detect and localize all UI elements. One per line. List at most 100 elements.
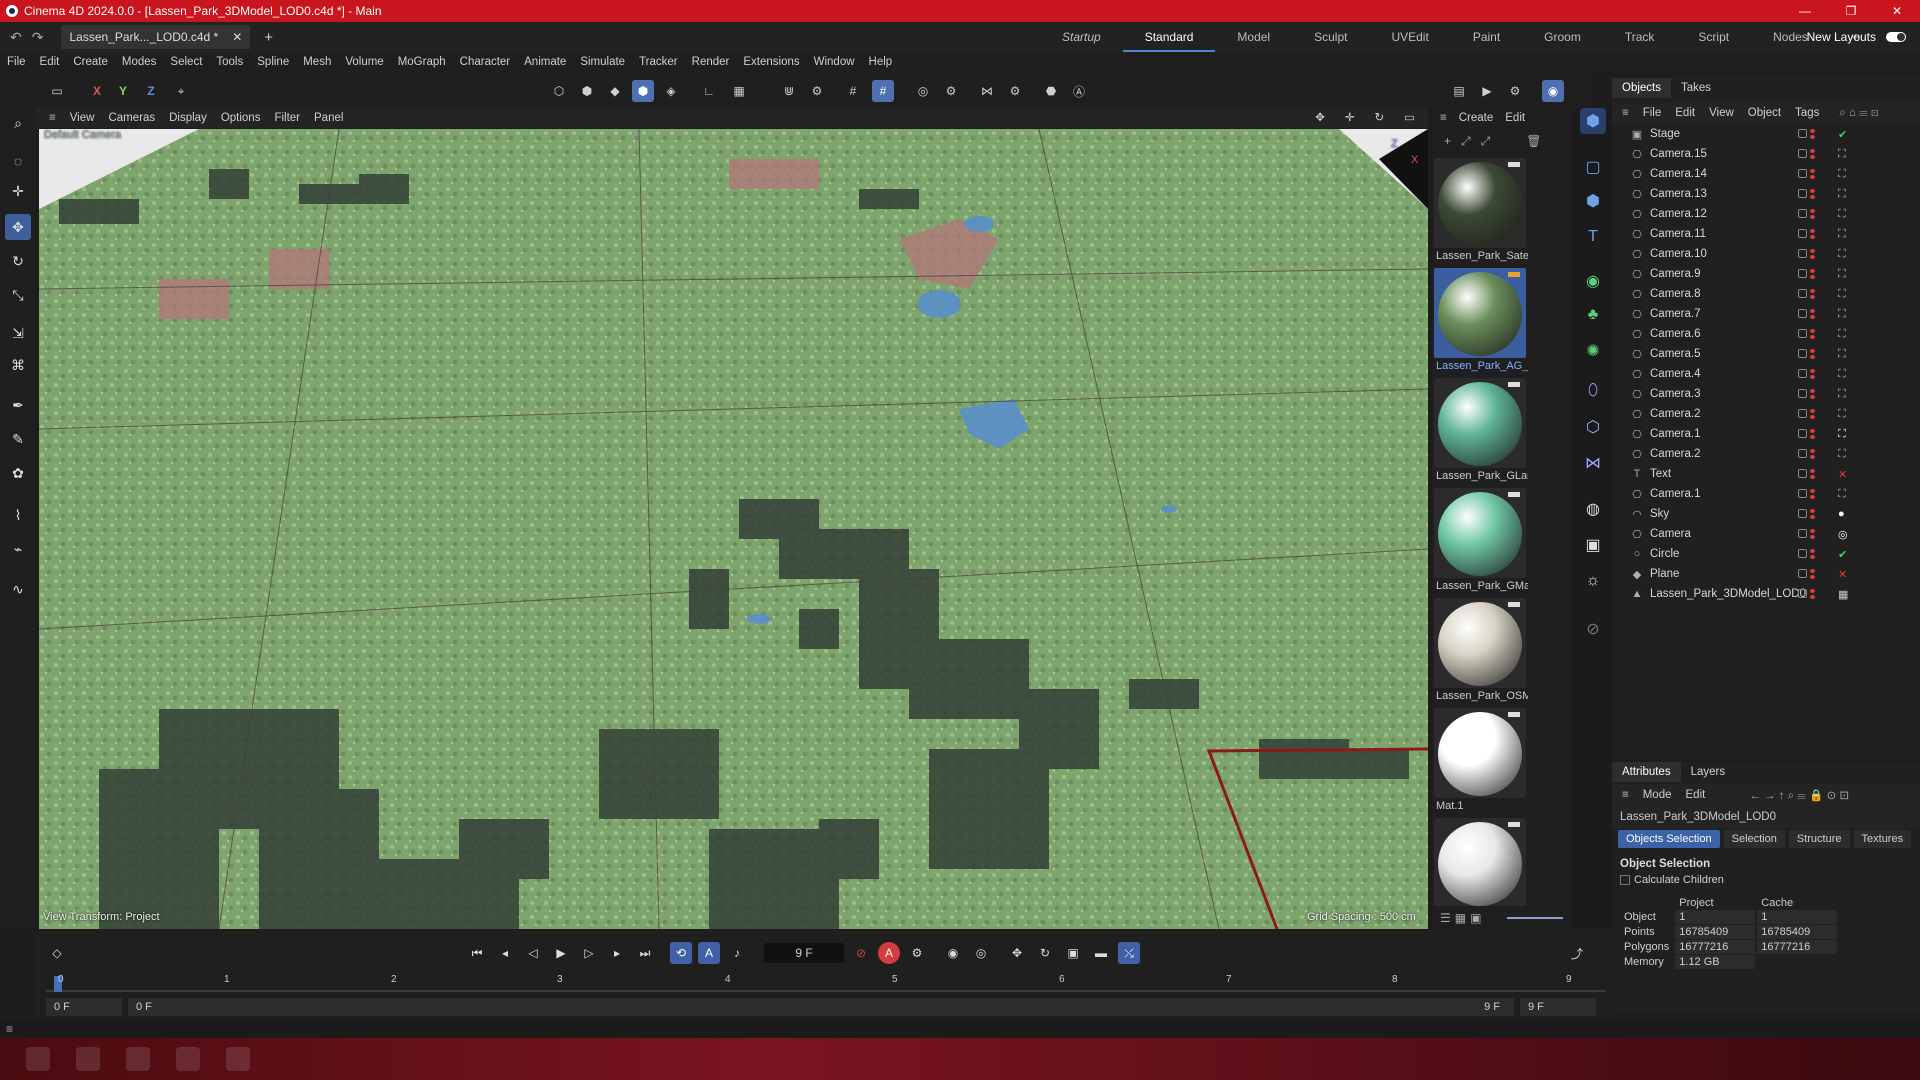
select-tools-icon[interactable]: ✛ [5, 178, 31, 204]
texture-mode-icon[interactable]: ◈ [660, 80, 682, 102]
spline-palette-icon[interactable]: ▢ [1580, 154, 1606, 180]
visibility-checkbox[interactable] [1798, 209, 1807, 218]
list-view-icon[interactable]: ☰ [1440, 911, 1451, 925]
objects-menu-edit[interactable]: Edit [1675, 107, 1695, 119]
light-palette-icon[interactable]: ☼ [1580, 568, 1606, 594]
viewport-menu-display[interactable]: Display [162, 112, 214, 124]
object-row[interactable]: ⎔ Camera.14 ⛶ [1612, 164, 1920, 184]
calculate-children-checkbox[interactable]: Calculate Children [1612, 870, 1920, 886]
grid-snap-icon[interactable]: # [842, 80, 864, 102]
visibility-checkbox[interactable] [1798, 309, 1807, 318]
object-tag-icon[interactable]: ✔ [1838, 128, 1847, 141]
tab-layers[interactable]: Layers [1681, 762, 1736, 782]
object-row[interactable]: ○ Circle ✔ [1612, 544, 1920, 564]
minimize-button[interactable]: — [1782, 0, 1828, 22]
material-swatch[interactable]: Lassen_Park_Satel [1434, 158, 1528, 266]
menu-select[interactable]: Select [163, 56, 209, 68]
polygons-mode-icon[interactable]: ◆ [604, 80, 626, 102]
object-tag-icon[interactable]: ⛶ [1838, 268, 1846, 281]
key-position-icon[interactable]: ◉ [942, 942, 964, 964]
status-menu-icon[interactable]: ≡ [6, 1022, 13, 1036]
visibility-dots[interactable] [1810, 229, 1818, 239]
custom-palette-icon[interactable]: ⊘ [1580, 616, 1606, 642]
object-tag-icon[interactable]: ⛶ [1838, 168, 1846, 181]
layout-script[interactable]: Script [1676, 22, 1751, 52]
visibility-dots[interactable] [1810, 289, 1818, 299]
search-icon[interactable]: ⌕ [5, 110, 31, 136]
key-param-icon[interactable]: ↻ [1034, 942, 1056, 964]
visibility-checkbox[interactable] [1798, 189, 1807, 198]
visibility-dots[interactable] [1810, 129, 1818, 139]
snap-magnet-icon[interactable]: ⋓ [778, 80, 800, 102]
objects-menu-view[interactable]: View [1709, 107, 1734, 119]
visibility-checkbox[interactable] [1798, 129, 1807, 138]
next-frame-icon[interactable]: ▷ [578, 942, 600, 964]
attr-tab-objects-selection[interactable]: Objects Selection [1618, 830, 1720, 848]
visibility-dots[interactable] [1810, 149, 1818, 159]
menu-edit[interactable]: Edit [33, 56, 67, 68]
move-tool-icon[interactable]: ✥ [5, 214, 31, 240]
layout-uvedit[interactable]: UVEdit [1369, 22, 1450, 52]
lock-y-axis-button[interactable]: Y [112, 80, 134, 102]
object-tag-icon[interactable]: ⛶ [1838, 368, 1846, 381]
layout-standard[interactable]: Standard [1122, 22, 1216, 52]
go-to-start-icon[interactable]: ⏮ [466, 942, 488, 964]
generator-palette-icon[interactable]: ◉ [1580, 268, 1606, 294]
layout-model[interactable]: Model [1215, 22, 1292, 52]
key-pla-icon[interactable]: ▣ [1062, 942, 1084, 964]
field-palette-icon[interactable]: ⬡ [1580, 414, 1606, 440]
current-frame-field[interactable]: 9 F [764, 943, 844, 963]
visibility-checkbox[interactable] [1798, 349, 1807, 358]
visibility-dots[interactable] [1810, 189, 1818, 199]
object-row[interactable]: ⎔ Camera.1 ⛶ [1612, 484, 1920, 504]
redo-icon[interactable]: ↷ [32, 29, 44, 46]
object-row[interactable]: T Text ✕ [1612, 464, 1920, 484]
layout-startup[interactable]: Startup [1040, 22, 1123, 52]
object-row[interactable]: ⎔ Camera.2 ⛶ [1612, 404, 1920, 424]
visibility-checkbox[interactable] [1798, 289, 1807, 298]
orbit-view-icon[interactable]: ↻ [1367, 110, 1391, 124]
menu-file[interactable]: File [0, 56, 33, 68]
visibility-dots[interactable] [1810, 209, 1818, 219]
menu-simulate[interactable]: Simulate [573, 56, 632, 68]
deformer-palette-icon[interactable]: ⬯ [1580, 378, 1606, 404]
visibility-dots[interactable] [1810, 249, 1818, 259]
object-row[interactable]: ⎔ Camera.13 ⛶ [1612, 184, 1920, 204]
visibility-dots[interactable] [1810, 329, 1818, 339]
viewport-menu-view[interactable]: View [63, 112, 102, 124]
transform-tool-icon[interactable]: ⇲ [5, 320, 31, 346]
visibility-checkbox[interactable] [1798, 369, 1807, 378]
visibility-dots[interactable] [1810, 369, 1818, 379]
object-tag-icon[interactable]: ✕ [1838, 568, 1847, 581]
tab-attributes[interactable]: Attributes [1612, 762, 1681, 782]
material-swatch[interactable]: Mat.1 [1434, 708, 1526, 816]
auto-icon[interactable]: A [698, 942, 720, 964]
timeline-tool-icon[interactable]: ⤯ [1118, 942, 1140, 964]
material-swatch[interactable]: Lassen_Park_AG_L [1434, 268, 1528, 376]
rotate-tool-icon[interactable]: ↻ [5, 248, 31, 274]
object-tag-icon[interactable]: ● [1838, 508, 1845, 520]
sound-icon[interactable]: ♪ [726, 942, 748, 964]
visibility-dots[interactable] [1810, 569, 1818, 579]
object-row[interactable]: ⎔ Camera.12 ⛶ [1612, 204, 1920, 224]
object-tag-icon[interactable]: ⛶ [1838, 288, 1846, 301]
visibility-dots[interactable] [1810, 309, 1818, 319]
cube-palette-icon[interactable]: ⬢ [1580, 188, 1606, 214]
undo-icon[interactable]: ↶ [10, 29, 22, 46]
visibility-dots[interactable] [1810, 269, 1818, 279]
play-icon[interactable]: ▶ [550, 942, 572, 964]
visibility-dots[interactable] [1810, 589, 1818, 599]
object-tag-icon[interactable]: ⛶ [1838, 208, 1846, 221]
object-tag-icon[interactable]: ⛶ [1838, 408, 1846, 421]
menu-help[interactable]: Help [862, 56, 900, 68]
magnet-icon[interactable]: ∿ [5, 576, 31, 602]
visibility-checkbox[interactable] [1798, 449, 1807, 458]
material-menu-edit[interactable]: Edit [1505, 112, 1525, 124]
large-view-icon[interactable]: ▣ [1470, 911, 1481, 925]
menu-mesh[interactable]: Mesh [296, 56, 338, 68]
object-row[interactable]: ▣ Stage ✔ [1612, 124, 1920, 144]
object-tag-icon[interactable]: ⛶ [1838, 308, 1846, 321]
visibility-dots[interactable] [1810, 389, 1818, 399]
render-view-icon[interactable]: ▤ [1448, 80, 1470, 102]
object-tag-icon[interactable]: ⛶ [1838, 248, 1846, 261]
